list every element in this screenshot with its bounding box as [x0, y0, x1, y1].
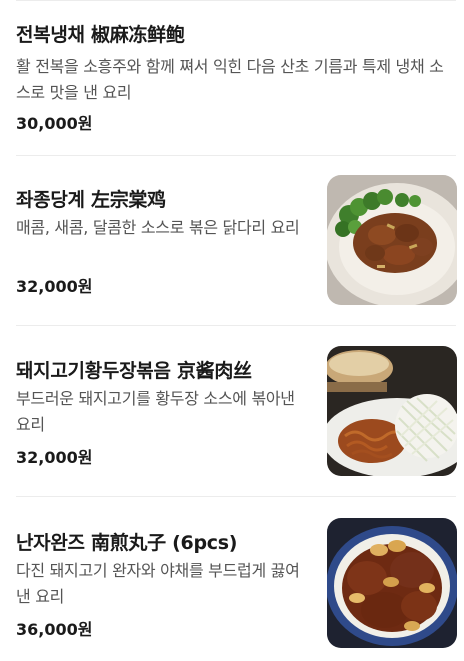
item-price: 32,000원 [16, 277, 93, 296]
item-title: 전복냉채 椒麻冻鲜鲍 [16, 24, 185, 46]
general-tso-chicken-photo [327, 175, 457, 305]
menu-item-abalone[interactable]: 전복냉채 椒麻冻鲜鲍 활 전복을 소흥주와 함께 쪄서 익힌 다음 산초 기름과… [16, 20, 456, 140]
item-title: 돼지고기황두장볶음 京酱肉丝 [16, 360, 252, 382]
menu-item-general-tso-chicken[interactable]: 좌종당계 左宗棠鸡 매콤, 새콤, 달콤한 소스로 볶은 닭다리 요리 32,0… [16, 175, 457, 305]
item-price: 36,000원 [16, 620, 93, 639]
item-title: 난자완즈 南煎丸子 (6pcs) [16, 532, 238, 554]
menu-list: 전복냉채 椒麻冻鲜鲍 활 전복을 소흥주와 함께 쪄서 익힌 다음 산초 기름과… [0, 0, 464, 661]
item-title: 좌종당계 左宗棠鸡 [16, 189, 166, 211]
item-description: 활 전복을 소흥주와 함께 쪄서 익힌 다음 산초 기름과 특제 냉채 소스로 … [16, 57, 444, 102]
item-description: 매콤, 새콤, 달콤한 소스로 볶은 닭다리 요리 [16, 218, 300, 237]
item-description: 다진 돼지고기 완자와 야채를 부드럽게 끓여낸 요리 [16, 561, 300, 606]
item-price: 32,000원 [16, 448, 93, 467]
divider [16, 155, 456, 156]
divider [16, 0, 456, 1]
menu-item-pork-meatballs[interactable]: 난자완즈 南煎丸子 (6pcs) 다진 돼지고기 완자와 야채를 부드럽게 끓여… [16, 518, 457, 648]
divider [16, 496, 456, 497]
jingjiang-pork-photo [327, 346, 457, 476]
item-description: 부드러운 돼지고기를 황두장 소스에 볶아낸 요리 [16, 389, 295, 434]
divider [16, 325, 456, 326]
pork-meatballs-photo [327, 518, 457, 648]
item-price: 30,000원 [16, 114, 93, 133]
menu-item-jingjiang-pork[interactable]: 돼지고기황두장볶음 京酱肉丝 부드러운 돼지고기를 황두장 소스에 볶아낸 요리… [16, 346, 457, 476]
